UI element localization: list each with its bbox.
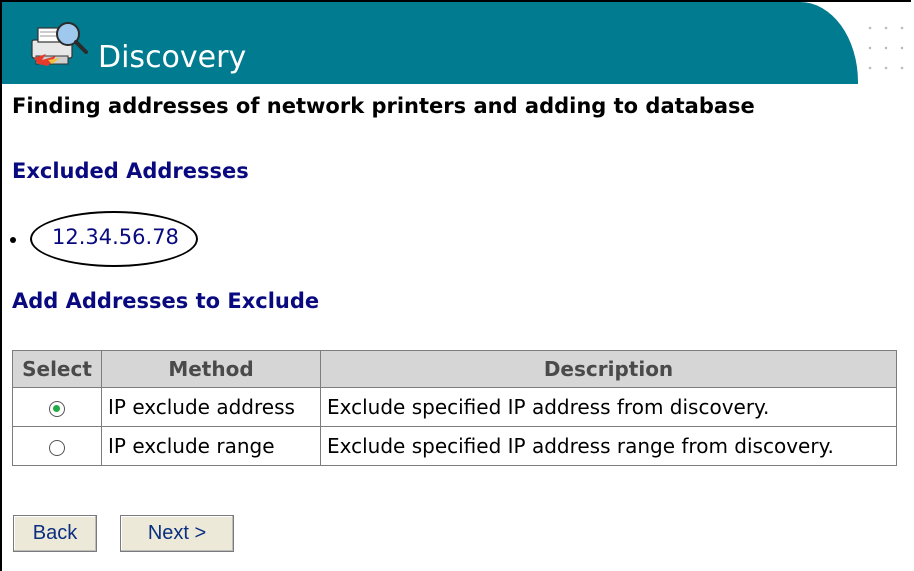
- table-row[interactable]: IP exclude range Exclude specified IP ad…: [12, 426, 897, 466]
- radio-exclude-address[interactable]: [49, 400, 65, 417]
- page-subtitle: Finding addresses of network printers an…: [12, 94, 755, 118]
- decorative-dots: [862, 18, 908, 78]
- select-cell[interactable]: [12, 387, 102, 427]
- table-row[interactable]: IP exclude address Exclude specified IP …: [12, 387, 897, 427]
- radio-exclude-range[interactable]: [49, 439, 65, 456]
- page-frame: [0, 0, 911, 571]
- excluded-address-item[interactable]: 12.34.56.78: [52, 224, 179, 250]
- column-header-select: Select: [12, 350, 102, 388]
- add-addresses-heading: Add Addresses to Exclude: [12, 289, 320, 313]
- description-cell: Exclude specified IP address from discov…: [320, 387, 897, 427]
- method-cell: IP exclude range: [101, 426, 321, 466]
- column-header-method: Method: [101, 350, 321, 388]
- excluded-addresses-heading: Excluded Addresses: [12, 159, 249, 183]
- table-header-row: Select Method Description: [12, 350, 897, 388]
- next-button[interactable]: Next >: [120, 515, 234, 552]
- discovery-printer-icon: [31, 22, 88, 66]
- select-cell[interactable]: [12, 426, 102, 466]
- column-header-description: Description: [320, 350, 897, 388]
- back-button[interactable]: Back: [13, 515, 97, 552]
- exclude-method-table: Select Method Description IP exclude add…: [12, 350, 897, 466]
- page-title: Discovery: [98, 40, 247, 75]
- description-cell: Exclude specified IP address range from …: [320, 426, 897, 466]
- excluded-address-list: 12.34.56.78: [8, 205, 228, 269]
- bullet-icon: [10, 237, 16, 243]
- header-banner: Discovery: [2, 2, 858, 84]
- method-cell: IP exclude address: [101, 387, 321, 427]
